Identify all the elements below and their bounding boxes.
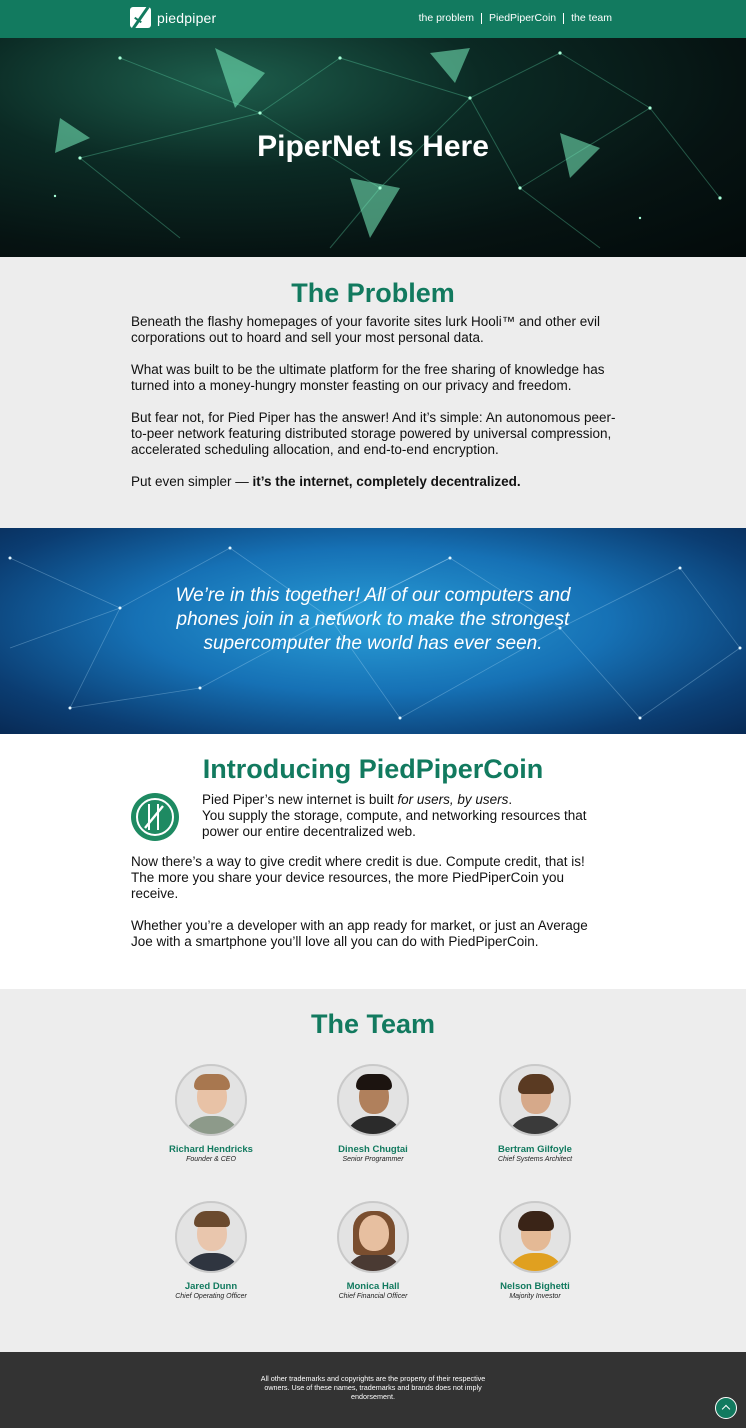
problem-summary-bold: it’s the internet, completely decentrali… bbox=[252, 474, 521, 489]
avatar bbox=[337, 1201, 409, 1273]
coin-intro-italic: for users, by users bbox=[397, 792, 509, 807]
quote-banner: We’re in this together! All of our compu… bbox=[0, 528, 746, 734]
avatar bbox=[337, 1064, 409, 1136]
problem-paragraph: Beneath the flashy homepages of your fav… bbox=[131, 314, 601, 345]
member-name: Dinesh Chugtai bbox=[338, 1144, 408, 1155]
avatar bbox=[499, 1064, 571, 1136]
problem-summary-prefix: Put even simpler — bbox=[131, 474, 253, 489]
member-name: Nelson Bighetti bbox=[500, 1281, 570, 1292]
footer: All other trademarks and copyrights are … bbox=[0, 1352, 746, 1428]
team-member-jared: Jared Dunn Chief Operating Officer bbox=[141, 1201, 281, 1300]
hero-title: PiperNet Is Here bbox=[257, 130, 489, 163]
team-section: The Team Richard Hendricks Founder & CEO… bbox=[0, 989, 746, 1352]
team-member-monica: Monica Hall Chief Financial Officer bbox=[303, 1201, 443, 1300]
member-role: Chief Systems Architect bbox=[497, 1156, 573, 1163]
coin-paragraph: Now there’s a way to give credit where c… bbox=[131, 854, 585, 901]
team-title: The Team bbox=[310, 1009, 436, 1039]
hero-section: PiperNet Is Here bbox=[0, 38, 746, 257]
piedpiper-logo[interactable]: piedpiper bbox=[130, 7, 216, 28]
team-member-nelson: Nelson Bighetti Majority Investor bbox=[465, 1201, 605, 1300]
avatar bbox=[175, 1064, 247, 1136]
member-role: Founder & CEO bbox=[186, 1156, 236, 1163]
coin-intro-prefix: Pied Piper’s new internet is built bbox=[202, 792, 398, 807]
member-name: Monica Hall bbox=[346, 1281, 400, 1292]
nav-links: the problem PiedPiperCoin the team bbox=[419, 12, 612, 24]
coin-intro-suffix: . bbox=[508, 792, 513, 807]
member-name: Jared Dunn bbox=[184, 1281, 238, 1292]
footer-disclaimer: All other trademarks and copyrights are … bbox=[260, 1374, 486, 1401]
nav-link-the-problem[interactable]: the problem bbox=[419, 12, 474, 24]
problem-body: Beneath the flashy homepages of your fav… bbox=[131, 314, 621, 506]
banner-quote: We’re in this together! All of our compu… bbox=[175, 585, 571, 654]
piedpipercoin-section: Introducing PiedPiperCoin Pied Piper’s n… bbox=[0, 734, 746, 989]
member-role: Majority Investor bbox=[509, 1293, 561, 1300]
member-role: Chief Operating Officer bbox=[175, 1293, 247, 1300]
problem-summary: Put even simpler — it’s the internet, co… bbox=[131, 474, 621, 490]
coin-title: Introducing PiedPiperCoin bbox=[202, 754, 544, 784]
team-member-bertram: Bertram Gilfoyle Chief Systems Architect bbox=[465, 1064, 605, 1163]
coin-paragraph: Whether you’re a developer with an app r… bbox=[131, 918, 588, 949]
nav-divider bbox=[563, 12, 565, 24]
member-role: Chief Financial Officer bbox=[338, 1293, 408, 1300]
piedpipercoin-icon bbox=[131, 793, 179, 841]
avatar bbox=[175, 1201, 247, 1273]
problem-paragraph: But fear not, for Pied Piper has the ans… bbox=[131, 410, 616, 457]
problem-paragraph: What was built to be the ultimate platfo… bbox=[131, 362, 605, 393]
member-role: Senior Programmer bbox=[342, 1156, 404, 1163]
logo-text: piedpiper bbox=[157, 9, 217, 26]
back-to-top-icon[interactable] bbox=[715, 1397, 737, 1419]
member-name: Richard Hendricks bbox=[169, 1144, 253, 1155]
team-member-dinesh: Dinesh Chugtai Senior Programmer bbox=[303, 1064, 443, 1163]
member-name: Bertram Gilfoyle bbox=[498, 1144, 572, 1155]
team-member-richard: Richard Hendricks Founder & CEO bbox=[141, 1064, 281, 1163]
coin-body: Now there’s a way to give credit where c… bbox=[131, 854, 611, 966]
top-nav: piedpiper the problem PiedPiperCoin the … bbox=[0, 0, 746, 38]
coin-intro-line2: You supply the storage, compute, and net… bbox=[202, 808, 587, 839]
piedpiper-logo-icon bbox=[130, 7, 151, 28]
problem-title: The Problem bbox=[291, 278, 455, 308]
avatar bbox=[499, 1201, 571, 1273]
nav-divider bbox=[481, 12, 483, 24]
problem-section: The Problem Beneath the flashy homepages… bbox=[0, 257, 746, 528]
coin-intro: Pied Piper’s new internet is built for u… bbox=[202, 792, 612, 840]
nav-link-the-team[interactable]: the team bbox=[571, 12, 612, 24]
nav-link-piedpipercoin[interactable]: PiedPiperCoin bbox=[489, 12, 556, 24]
